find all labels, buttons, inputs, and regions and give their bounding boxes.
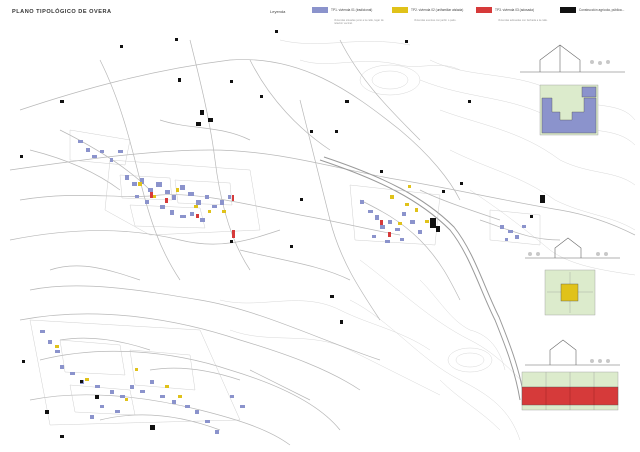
section-trees-1	[590, 60, 610, 65]
other-buildings	[20, 30, 545, 438]
house-section-1	[520, 44, 625, 73]
detail-tp2	[525, 237, 620, 316]
section-trees-2	[528, 252, 608, 256]
house-section-3	[525, 339, 620, 366]
section-trees-3	[590, 359, 610, 363]
detail-tp1	[520, 44, 625, 136]
tp2-plan	[560, 283, 579, 302]
detail-tp3	[521, 339, 620, 411]
tp2-buildings	[55, 182, 429, 401]
town-map	[9, 30, 636, 446]
urban-blocks	[29, 129, 541, 426]
tp1-annex	[581, 86, 597, 98]
tp3-buildings	[150, 192, 391, 238]
